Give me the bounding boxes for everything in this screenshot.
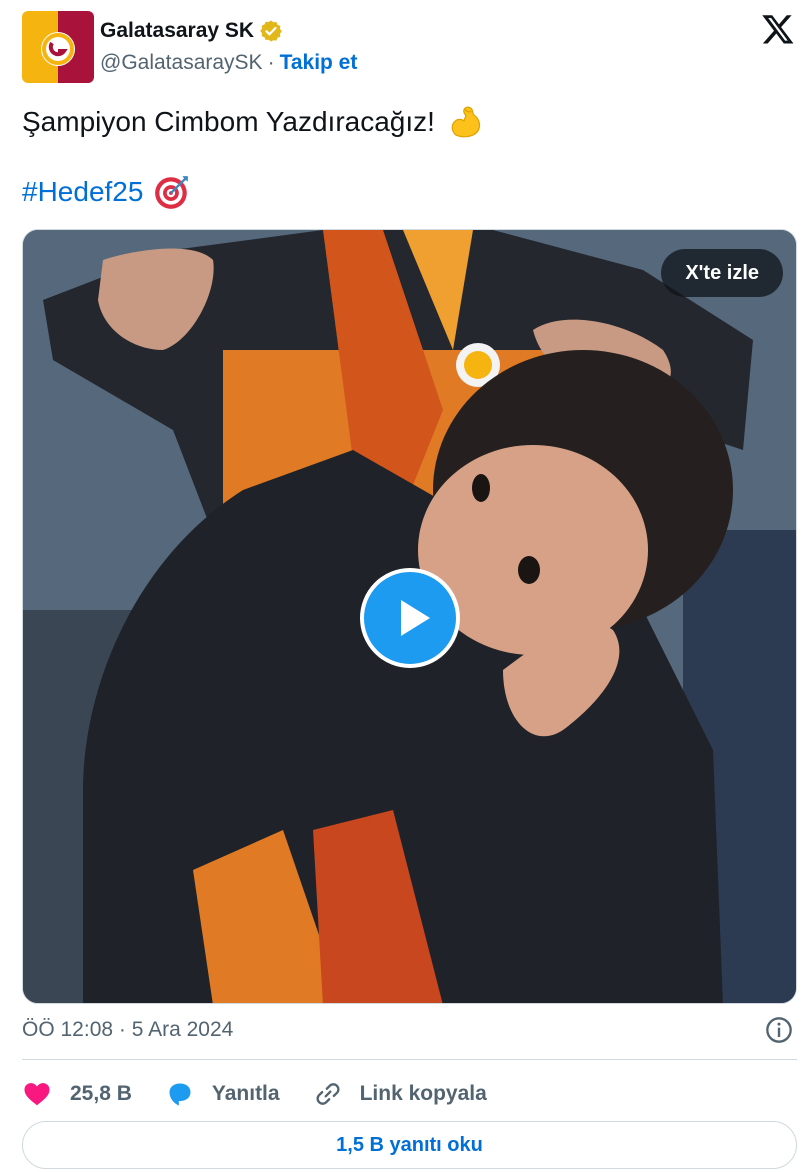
watch-on-x-label: X'te izle bbox=[685, 261, 759, 284]
x-logo-icon[interactable] bbox=[761, 12, 795, 46]
verified-badge-icon bbox=[260, 20, 282, 42]
reply-button[interactable]: Yanıtla bbox=[166, 1080, 280, 1108]
direct-hit-target-emoji-icon bbox=[155, 176, 189, 209]
copy-link-label: Link kopyala bbox=[359, 1082, 487, 1105]
link-icon bbox=[316, 1083, 340, 1105]
author-avatar[interactable] bbox=[22, 11, 94, 83]
handle-row: @GalatasaraySK · Takip et bbox=[100, 51, 357, 75]
read-replies-button[interactable]: 1,5 B yanıtı oku bbox=[22, 1121, 797, 1169]
tweet-embed-card: Galatasaray SK @GalatasaraySK · Takip et… bbox=[0, 0, 811, 1172]
play-icon bbox=[401, 600, 430, 636]
reply-bubble-icon bbox=[169, 1083, 191, 1106]
info-icon[interactable] bbox=[765, 1016, 793, 1044]
author-name-row: Galatasaray SK bbox=[100, 16, 283, 46]
video-media[interactable]: X'te izle bbox=[22, 229, 797, 1004]
play-button[interactable] bbox=[360, 568, 460, 668]
handle-separator: · bbox=[267, 51, 275, 74]
like-button[interactable]: 25,8 B bbox=[22, 1079, 132, 1109]
reply-label: Yanıtla bbox=[211, 1082, 280, 1105]
divider bbox=[22, 1059, 797, 1060]
heart-icon bbox=[24, 1083, 50, 1106]
tweet-text: Şampiyon Cimbom Yazdıracağız! bbox=[22, 106, 435, 137]
watch-on-x-button[interactable]: X'te izle bbox=[661, 249, 783, 297]
copy-link-button[interactable]: Link kopyala bbox=[314, 1080, 487, 1108]
like-count: 25,8 B bbox=[70, 1082, 132, 1105]
tweet-text-row: Şampiyon Cimbom Yazdıracağız! bbox=[22, 102, 485, 142]
tweet-timestamp[interactable]: ÖÖ 12:08 · 5 Ara 2024 bbox=[22, 1018, 233, 1042]
follow-button[interactable]: Takip et bbox=[280, 51, 358, 75]
read-replies-label: 1,5 B yanıtı oku bbox=[336, 1133, 483, 1156]
hashtag-link[interactable]: #Hedef25 bbox=[22, 172, 143, 212]
action-bar: 25,8 B Yanıtla Link kopyala bbox=[22, 1075, 521, 1113]
galatasaray-logo-icon bbox=[22, 11, 94, 83]
flexed-biceps-emoji-icon bbox=[451, 106, 481, 138]
author-name[interactable]: Galatasaray SK bbox=[100, 19, 254, 43]
author-handle[interactable]: @GalatasaraySK bbox=[100, 51, 263, 75]
hashtag-row: #Hedef25 bbox=[22, 172, 191, 212]
